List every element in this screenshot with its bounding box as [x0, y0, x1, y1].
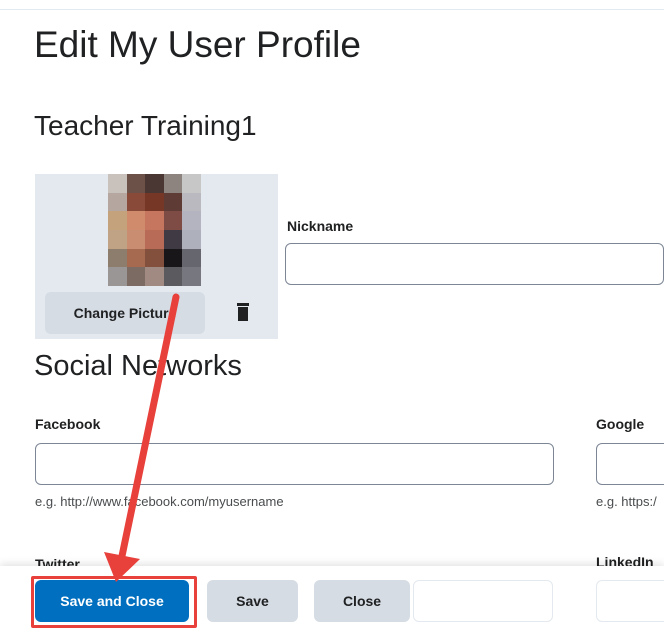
twitter-input-partial[interactable] [413, 580, 553, 622]
user-name-heading: Teacher Training1 [34, 110, 257, 141]
google-label: Google [596, 416, 645, 432]
trash-icon[interactable] [235, 303, 251, 323]
top-divider [0, 9, 664, 10]
profile-picture-panel: Change Picture [35, 174, 278, 339]
facebook-input[interactable] [35, 443, 554, 485]
profile-picture [108, 174, 201, 286]
nickname-input[interactable] [285, 243, 664, 285]
facebook-hint: e.g. http://www.facebook.com/myusername [35, 494, 284, 509]
google-input[interactable] [596, 443, 664, 485]
facebook-label: Facebook [35, 416, 101, 432]
save-button[interactable]: Save [207, 580, 298, 622]
close-button[interactable]: Close [314, 580, 410, 622]
google-hint: e.g. https:/ [596, 494, 657, 509]
nickname-label: Nickname [287, 218, 354, 234]
page-title: Edit My User Profile [34, 24, 361, 65]
linkedin-input-partial[interactable] [596, 580, 664, 622]
change-picture-button[interactable]: Change Picture [45, 292, 205, 334]
social-networks-heading: Social Networks [34, 350, 242, 382]
save-and-close-button[interactable]: Save and Close [35, 580, 189, 622]
